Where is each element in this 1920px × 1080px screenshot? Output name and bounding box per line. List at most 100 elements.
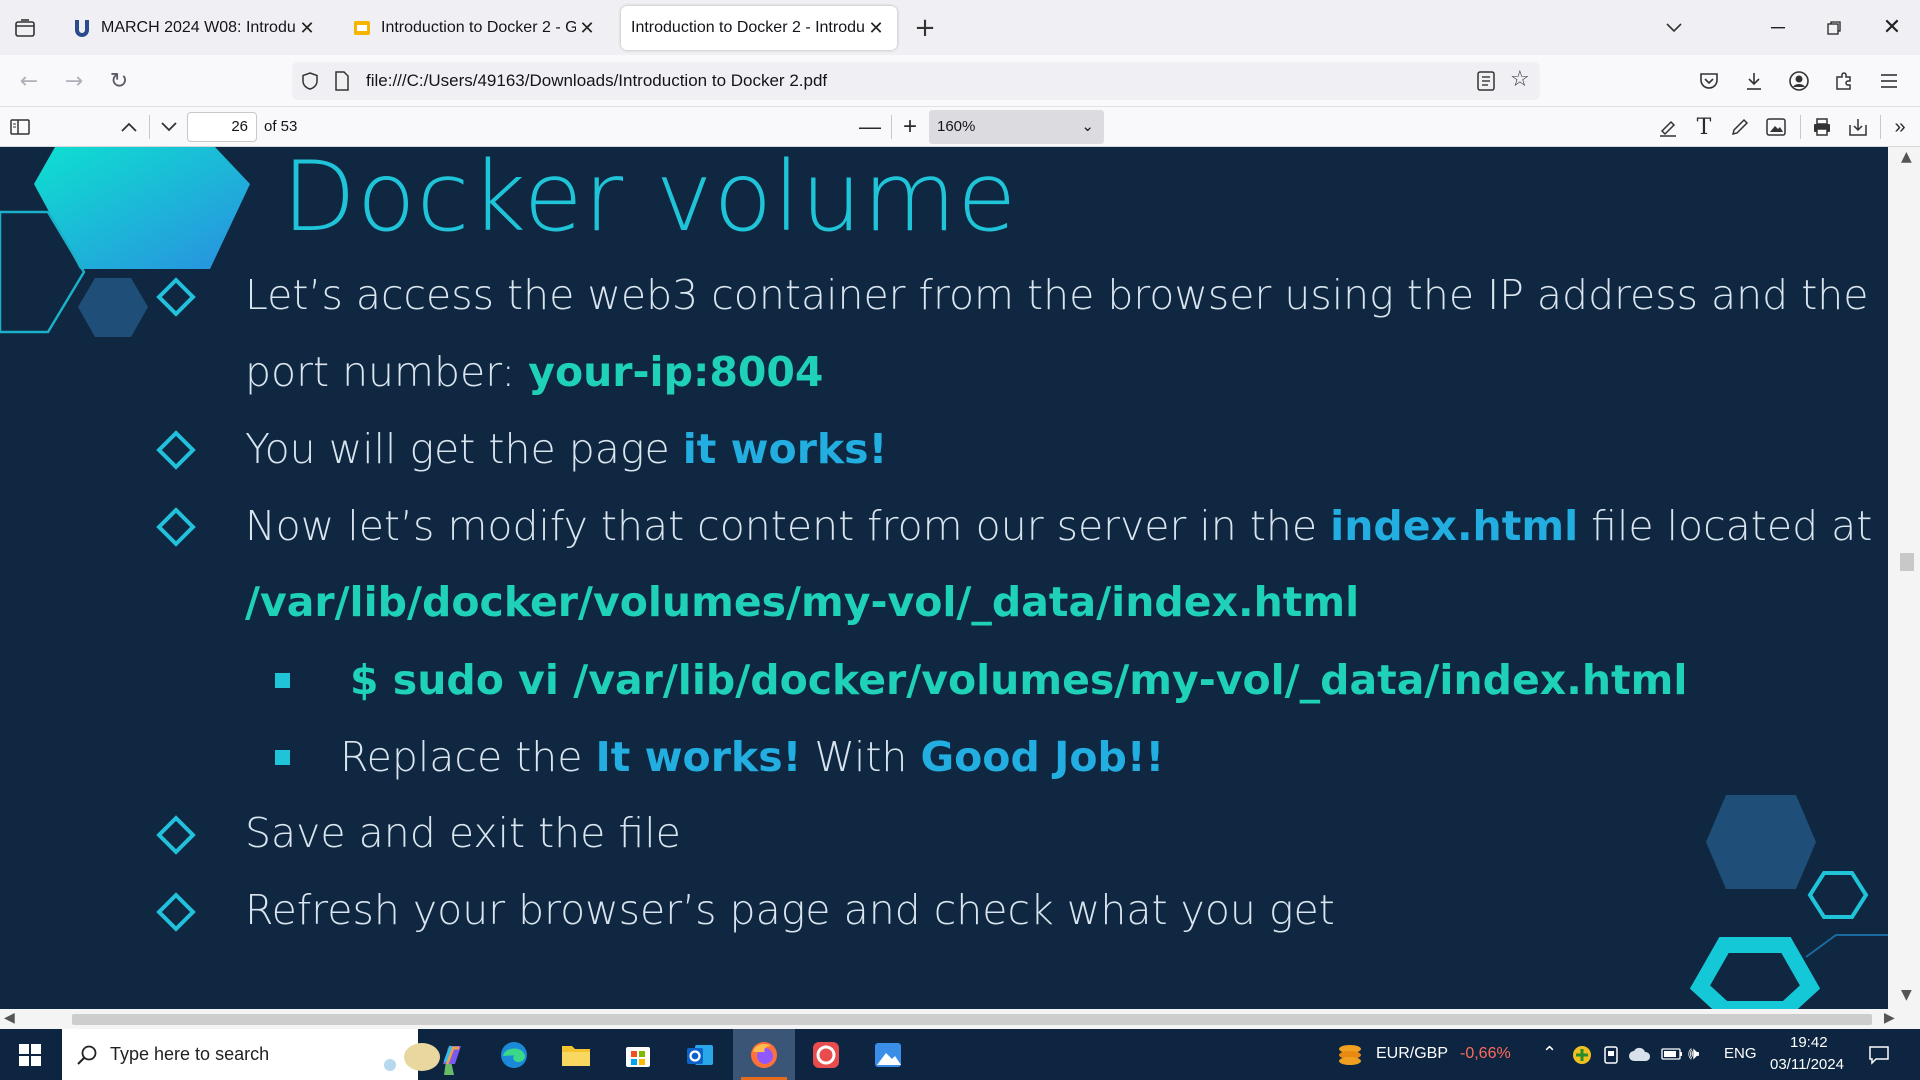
hamburger-menu-icon (1881, 74, 1897, 88)
diamond-bullet-icon (156, 815, 196, 855)
downloads-button[interactable] (1737, 64, 1771, 98)
plus-icon: + (902, 113, 917, 140)
edge-browser-icon[interactable] (483, 1029, 545, 1080)
ticker-label[interactable]: EUR/GBP (1376, 1045, 1448, 1063)
tab-march-2024[interactable]: MARCH 2024 W08: Introduction ✕ (62, 6, 328, 50)
close-window-button[interactable]: ✕ (1864, 0, 1920, 55)
diamond-bullet-icon (156, 892, 196, 932)
highlight-button[interactable] (1652, 111, 1684, 143)
scrollbar-thumb[interactable] (72, 1014, 1872, 1025)
volume-speaker-icon[interactable]: 🕪 (1688, 1043, 1699, 1064)
scroll-down-arrow-icon[interactable]: ▼ (1901, 987, 1912, 1003)
previous-page-button[interactable] (113, 111, 145, 143)
copilot-app-icon[interactable] (421, 1029, 483, 1080)
tab-google-slides[interactable]: Introduction to Docker 2 - Google ✕ (342, 6, 608, 50)
scrollbar-thumb[interactable] (1900, 553, 1914, 571)
taskbar-search-box[interactable]: Type here to search (62, 1029, 454, 1080)
new-tab-button[interactable]: + (908, 12, 942, 44)
save-button[interactable] (1842, 111, 1874, 143)
address-bar[interactable]: file:///C:/Users/49163/Downloads/Introdu… (292, 62, 1540, 100)
extensions-button[interactable] (1827, 64, 1861, 98)
zoom-in-button[interactable]: + (894, 111, 926, 143)
toggle-sidebar-button[interactable] (4, 111, 36, 143)
bookmark-star-icon[interactable]: ☆ (1510, 67, 1530, 92)
reader-view-icon[interactable] (1477, 71, 1495, 91)
highlighter-icon (1660, 120, 1676, 137)
plus-icon: + (914, 13, 936, 43)
device-tray-icon[interactable] (1602, 1045, 1620, 1065)
bullet-text: port number: (245, 348, 529, 396)
microsoft-store-icon[interactable] (607, 1029, 669, 1080)
show-hidden-icons-chevron-icon[interactable]: ⌃ (1542, 1043, 1557, 1064)
search-placeholder: Type here to search (110, 1044, 270, 1064)
outlook-icon[interactable] (669, 1029, 731, 1080)
horizontal-scrollbar[interactable]: ◀ ▶ (0, 1009, 1920, 1029)
text-icon: T (1696, 114, 1712, 140)
next-page-button[interactable] (153, 111, 185, 143)
double-chevron-right-icon: » (1894, 115, 1906, 138)
pocket-button[interactable] (1692, 64, 1726, 98)
highlight-good-job: Good Job!! (920, 733, 1165, 781)
image-icon (1766, 118, 1786, 136)
notification-icon[interactable] (1868, 1044, 1890, 1066)
back-button[interactable]: ← (12, 64, 46, 98)
canvas-u-icon (72, 18, 92, 38)
onedrive-cloud-icon[interactable] (1628, 1047, 1652, 1063)
square-bullet-icon (275, 750, 290, 765)
page-icon (335, 71, 349, 91)
bullet-1-line-1: Let’s access the web3 container from the… (245, 271, 1869, 319)
puzzle-icon (1836, 72, 1851, 90)
chevron-down-icon: ⌄ (1081, 118, 1094, 135)
clock-date[interactable]: 03/11/2024 (1770, 1056, 1844, 1073)
close-tab-icon[interactable]: ✕ (865, 17, 887, 39)
add-image-button[interactable] (1760, 111, 1792, 143)
reload-button[interactable]: ↻ (102, 64, 136, 98)
firefox-taskbar-icon[interactable] (733, 1029, 795, 1080)
restore-button[interactable] (1806, 0, 1862, 55)
list-all-tabs-button[interactable] (8, 12, 42, 44)
vertical-scrollbar[interactable]: ▲ ▼ (1888, 147, 1920, 1009)
scroll-right-arrow-icon[interactable]: ▶ (1884, 1010, 1895, 1026)
clock-time[interactable]: 19:42 (1790, 1034, 1828, 1051)
arrow-left-icon: ← (19, 68, 39, 94)
minimize-button[interactable] (1750, 0, 1806, 55)
windows-logo-icon (19, 1043, 41, 1066)
url-text: file:///C:/Users/49163/Downloads/Introdu… (366, 71, 828, 90)
reload-icon: ↻ (109, 68, 129, 94)
account-button[interactable] (1782, 64, 1816, 98)
pocket-icon (1700, 73, 1718, 89)
zoom-out-button[interactable]: — (854, 111, 886, 143)
scroll-up-arrow-icon[interactable]: ▲ (1901, 149, 1912, 165)
battery-icon[interactable] (1661, 1048, 1683, 1060)
draw-button[interactable] (1724, 111, 1756, 143)
account-icon (1789, 71, 1809, 91)
zoom-select[interactable]: 160% ⌄ (929, 110, 1104, 144)
highlight-index-html: index.html (1330, 502, 1579, 550)
photos-app-icon[interactable] (857, 1029, 919, 1080)
arrow-right-icon: → (64, 68, 84, 94)
ticker-value[interactable]: -0,66% (1460, 1045, 1511, 1063)
more-tools-button[interactable]: » (1884, 111, 1916, 143)
bullet-text: Replace the (340, 733, 596, 781)
tab-pdf-active[interactable]: Introduction to Docker 2 - Introduction … (621, 6, 897, 50)
forward-button[interactable]: → (57, 64, 91, 98)
page-number-input[interactable]: 26 (187, 112, 257, 142)
pdf-page-slide: Docker volume Let’s access the web3 cont… (0, 147, 1888, 1009)
bullet-1-line-2: port number: your-ip:8004 (245, 348, 823, 396)
language-indicator[interactable]: ENG (1724, 1045, 1757, 1062)
start-button[interactable] (0, 1029, 60, 1080)
scroll-left-arrow-icon[interactable]: ◀ (4, 1010, 15, 1026)
app-launcher-icon[interactable] (795, 1029, 857, 1080)
tab-title: Introduction to Docker 2 - Introduction (631, 19, 865, 36)
close-tab-icon[interactable]: ✕ (576, 17, 598, 39)
green-status-tray-icon[interactable] (1572, 1045, 1592, 1065)
tab-overflow-chevron-icon[interactable] (1646, 0, 1702, 55)
tab-title: Introduction to Docker 2 - Google (381, 19, 576, 36)
close-tab-icon[interactable]: ✕ (296, 17, 318, 39)
file-explorer-icon[interactable] (545, 1029, 607, 1080)
bullet-text: Now let’s modify that content from our s… (245, 502, 1331, 550)
sub-bullet-replace: Replace the It works! With Good Job!! (340, 733, 1164, 781)
print-button[interactable] (1806, 111, 1838, 143)
text-button[interactable]: T (1688, 111, 1720, 143)
menu-button[interactable] (1872, 64, 1906, 98)
